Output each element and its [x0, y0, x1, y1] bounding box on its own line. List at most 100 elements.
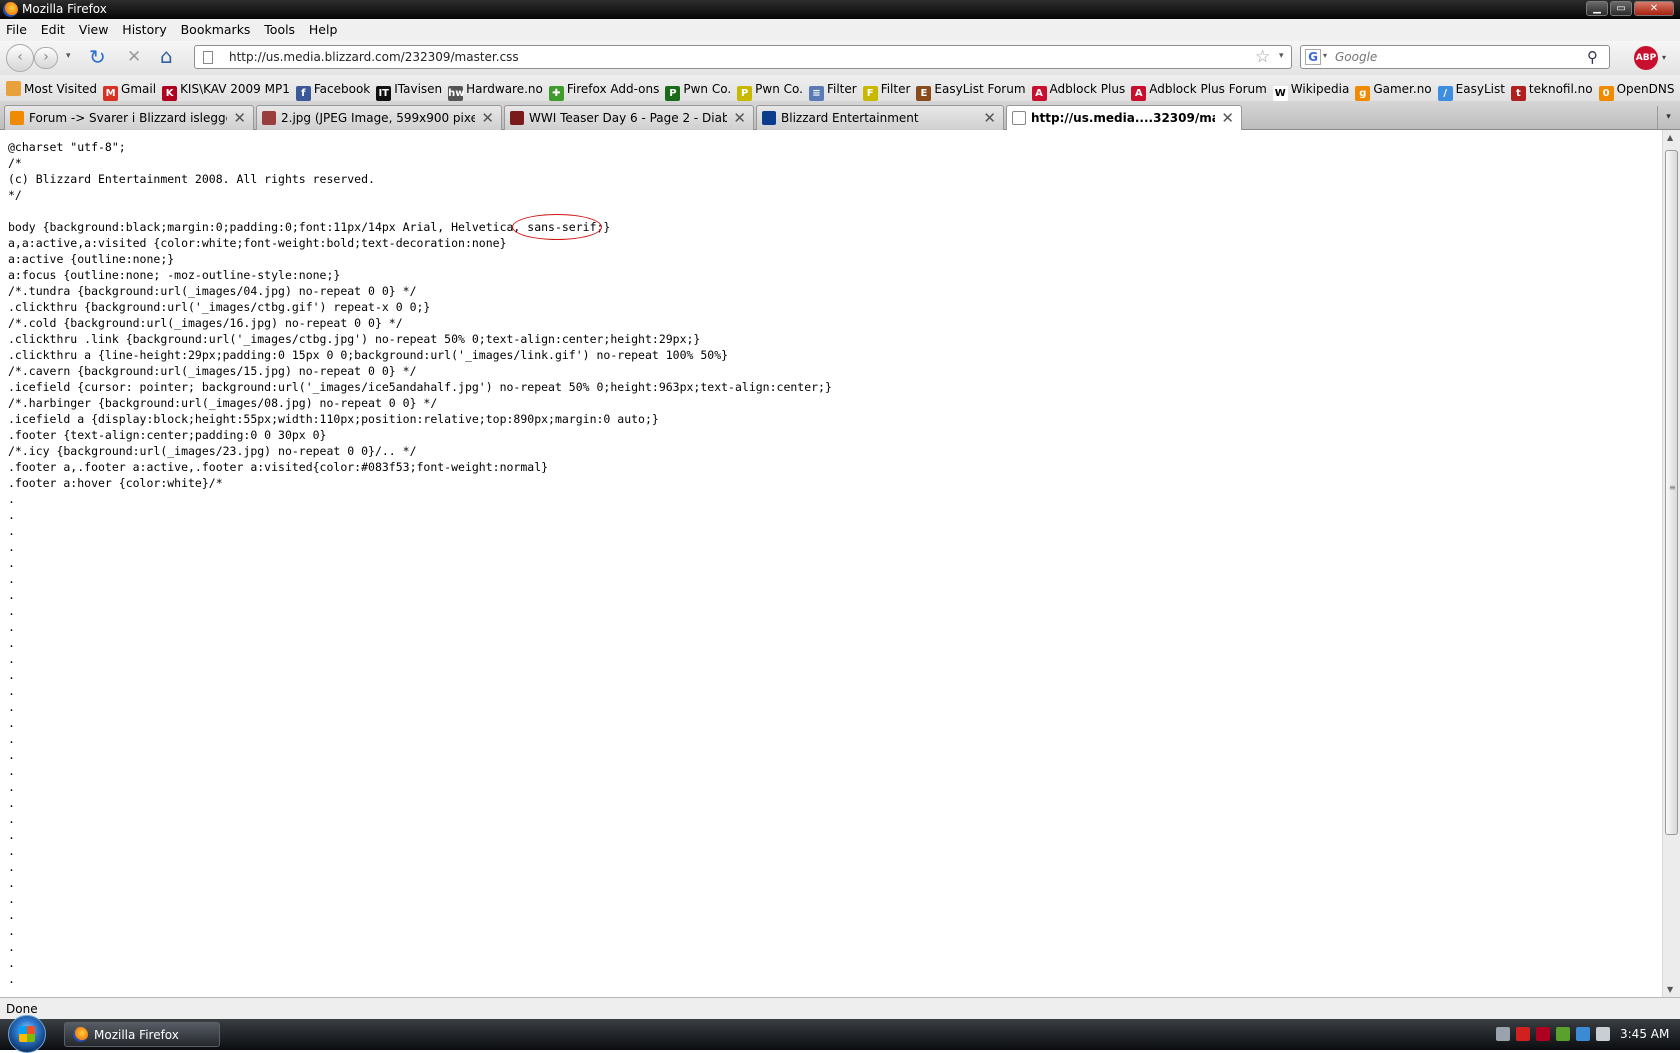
bookmark-label: Filter	[880, 82, 911, 96]
easylist-forum-icon: E	[916, 86, 932, 101]
menu-edit[interactable]: Edit	[35, 19, 69, 37]
code-line: .	[8, 748, 15, 762]
window-titlebar: Mozilla Firefox ▁ ▭ ✕	[0, 0, 1680, 19]
bookmark-opendns[interactable]: 0 OpenDNS	[1598, 76, 1674, 101]
code-line: .	[8, 892, 15, 906]
bookmark-firefox-add-ons[interactable]: ✚ Firefox Add-ons	[548, 76, 659, 101]
menu-history[interactable]: History	[116, 19, 170, 37]
bookmark-kis-kav-2009-mp1[interactable]: K KIS\KAV 2009 MP1	[162, 76, 290, 101]
bookmark-filter[interactable]: ≡ Filter	[808, 76, 857, 101]
bookmark-label: Pwn Co.	[683, 82, 732, 96]
tab-list-button[interactable]: ▾	[1657, 106, 1679, 129]
filter-icon: F	[862, 86, 878, 101]
bookmark-facebook[interactable]: f Facebook	[295, 76, 370, 101]
display-icon[interactable]	[1576, 1027, 1590, 1041]
bookmark-pwn-co[interactable]: P Pwn Co.	[737, 76, 803, 101]
bookmark-label: Pwn Co.	[755, 82, 803, 96]
network-icon[interactable]	[1496, 1027, 1510, 1041]
tab-2[interactable]: 2.jpg (JPEG Image, 599x900 pixels) ✕	[256, 105, 502, 130]
bookmark-gamer-no[interactable]: g Gamer.no	[1355, 76, 1432, 101]
nvidia-icon[interactable]	[1556, 1027, 1570, 1041]
bookmark-label: Gamer.no	[1373, 82, 1432, 96]
bookmark-star-icon[interactable]: ☆	[1255, 47, 1270, 67]
minimize-button[interactable]: ▁	[1586, 1, 1608, 16]
tab-label: 2.jpg (JPEG Image, 599x900 pixels)	[281, 111, 475, 125]
reload-icon[interactable]: ↻	[89, 45, 106, 69]
clock[interactable]: 3:45 AM	[1620, 1027, 1669, 1041]
tab-3[interactable]: WWI Teaser Day 6 - Page 2 - Diablo ... ✕	[504, 105, 754, 130]
adblock-plus-button[interactable]: ABP	[1634, 46, 1658, 70]
code-line: .clickthru a {line-height:29px;padding:0…	[8, 348, 729, 362]
code-line: /*.cavern {background:url(_images/15.jpg…	[8, 364, 417, 378]
code-line: (c) Blizzard Entertainment 2008. All rig…	[8, 172, 375, 186]
bookmark-easylist-forum[interactable]: E EasyList Forum	[916, 76, 1026, 101]
bookmark-pwn-co[interactable]: P Pwn Co.	[665, 76, 731, 101]
kaspersky-icon[interactable]	[1536, 1027, 1550, 1041]
tab-4[interactable]: Blizzard Entertainment ✕	[756, 105, 1004, 130]
code-line: .	[8, 620, 15, 634]
menu-view[interactable]: View	[73, 19, 113, 37]
adblock-dropdown-icon[interactable]: ▾	[1662, 53, 1666, 62]
tab-1[interactable]: Forum -> Svarer i Blizzard islegger n...…	[4, 105, 254, 130]
code-line: .	[8, 684, 15, 698]
pwnco-icon: P	[665, 86, 681, 101]
bookmark-label: Most Visited	[24, 82, 98, 96]
url-bar[interactable]: http://us.media.blizzard.com/232309/mast…	[194, 45, 1292, 69]
bookmark-teknofil-no[interactable]: t teknofil.no	[1510, 76, 1593, 101]
code-line: .clickthru {background:url('_images/ctbg…	[8, 300, 431, 314]
bookmark-label: Hardware.no	[466, 82, 543, 96]
windows-logo-icon	[19, 1026, 35, 1042]
page-icon	[203, 51, 213, 64]
scrollbar-thumb[interactable]: ≡	[1665, 150, 1678, 835]
tab-close-icon[interactable]: ✕	[733, 109, 746, 127]
firefox-logo-icon	[73, 1027, 88, 1042]
bookmark-hardware-no[interactable]: hw Hardware.no	[448, 76, 543, 101]
history-dropdown-icon[interactable]: ▾	[66, 51, 71, 61]
volume-icon[interactable]	[1596, 1027, 1610, 1041]
code-line: .	[8, 844, 15, 858]
google-engine-icon[interactable]: G	[1305, 49, 1321, 65]
scroll-up-icon[interactable]: ▲	[1667, 133, 1673, 142]
menu-help[interactable]: Help	[303, 19, 342, 37]
back-button[interactable]: ‹	[6, 44, 34, 72]
bookmarks-toolbar: Most Visited M Gmail K KIS\KAV 2009 MP1 f Face…	[0, 75, 1680, 101]
search-icon[interactable]: ⚲	[1587, 48, 1598, 66]
navigation-toolbar: ‹ › ▾ ↻ ✕ ⌂ http://us.media.blizzard.com…	[0, 41, 1680, 75]
url-text[interactable]: http://us.media.blizzard.com/232309/mast…	[229, 50, 519, 64]
menu-bookmarks[interactable]: Bookmarks	[175, 19, 255, 37]
bookmark-itavisen[interactable]: IT ITavisen	[376, 76, 442, 101]
forward-button[interactable]: ›	[34, 47, 58, 69]
engine-dropdown-icon[interactable]: ▾	[1323, 51, 1327, 60]
bookmark-easylist[interactable]: / EasyList	[1437, 76, 1505, 101]
bookmark-adblock-plus[interactable]: A Adblock Plus	[1031, 76, 1125, 101]
close-window-button[interactable]: ✕	[1634, 1, 1674, 16]
maximize-button[interactable]: ▭	[1610, 1, 1632, 16]
code-line: .	[8, 604, 15, 618]
menu-tools[interactable]: Tools	[258, 19, 299, 37]
tab-5[interactable]: http://us.media....32309/master.css ✕	[1006, 105, 1242, 131]
tab-close-icon[interactable]: ✕	[1221, 109, 1234, 127]
bookmark-gmail[interactable]: M Gmail	[103, 76, 156, 101]
bookmark-adblock-plus-forum[interactable]: A Adblock Plus Forum	[1131, 76, 1267, 101]
search-input[interactable]	[1335, 49, 1575, 65]
code-line: .	[8, 668, 15, 682]
tab-close-icon[interactable]: ✕	[983, 109, 996, 127]
security-alert-icon[interactable]	[1516, 1027, 1530, 1041]
search-bar[interactable]: G ▾ ⚲	[1300, 45, 1610, 69]
bookmark-most-visited[interactable]: Most Visited	[6, 75, 97, 96]
bookmark-filter[interactable]: F Filter	[862, 76, 911, 101]
menu-file[interactable]: File	[0, 19, 31, 37]
url-dropdown-icon[interactable]: ▾	[1279, 51, 1284, 61]
code-line: @charset "utf-8";	[8, 140, 126, 154]
tab-close-icon[interactable]: ✕	[481, 109, 494, 127]
vertical-scrollbar[interactable]: ▲ ≡ ▼	[1662, 130, 1680, 997]
start-button[interactable]	[8, 1015, 46, 1053]
tab-close-icon[interactable]: ✕	[233, 109, 246, 127]
home-icon[interactable]: ⌂	[160, 44, 173, 68]
scroll-down-icon[interactable]: ▼	[1667, 985, 1673, 994]
bookmark-wikipedia[interactable]: W Wikipedia	[1272, 76, 1349, 101]
stop-icon[interactable]: ✕	[127, 47, 141, 67]
code-line: .	[8, 588, 15, 602]
code-line: .	[8, 732, 15, 746]
taskbar-item-firefox[interactable]: Mozilla Firefox	[64, 1022, 220, 1047]
